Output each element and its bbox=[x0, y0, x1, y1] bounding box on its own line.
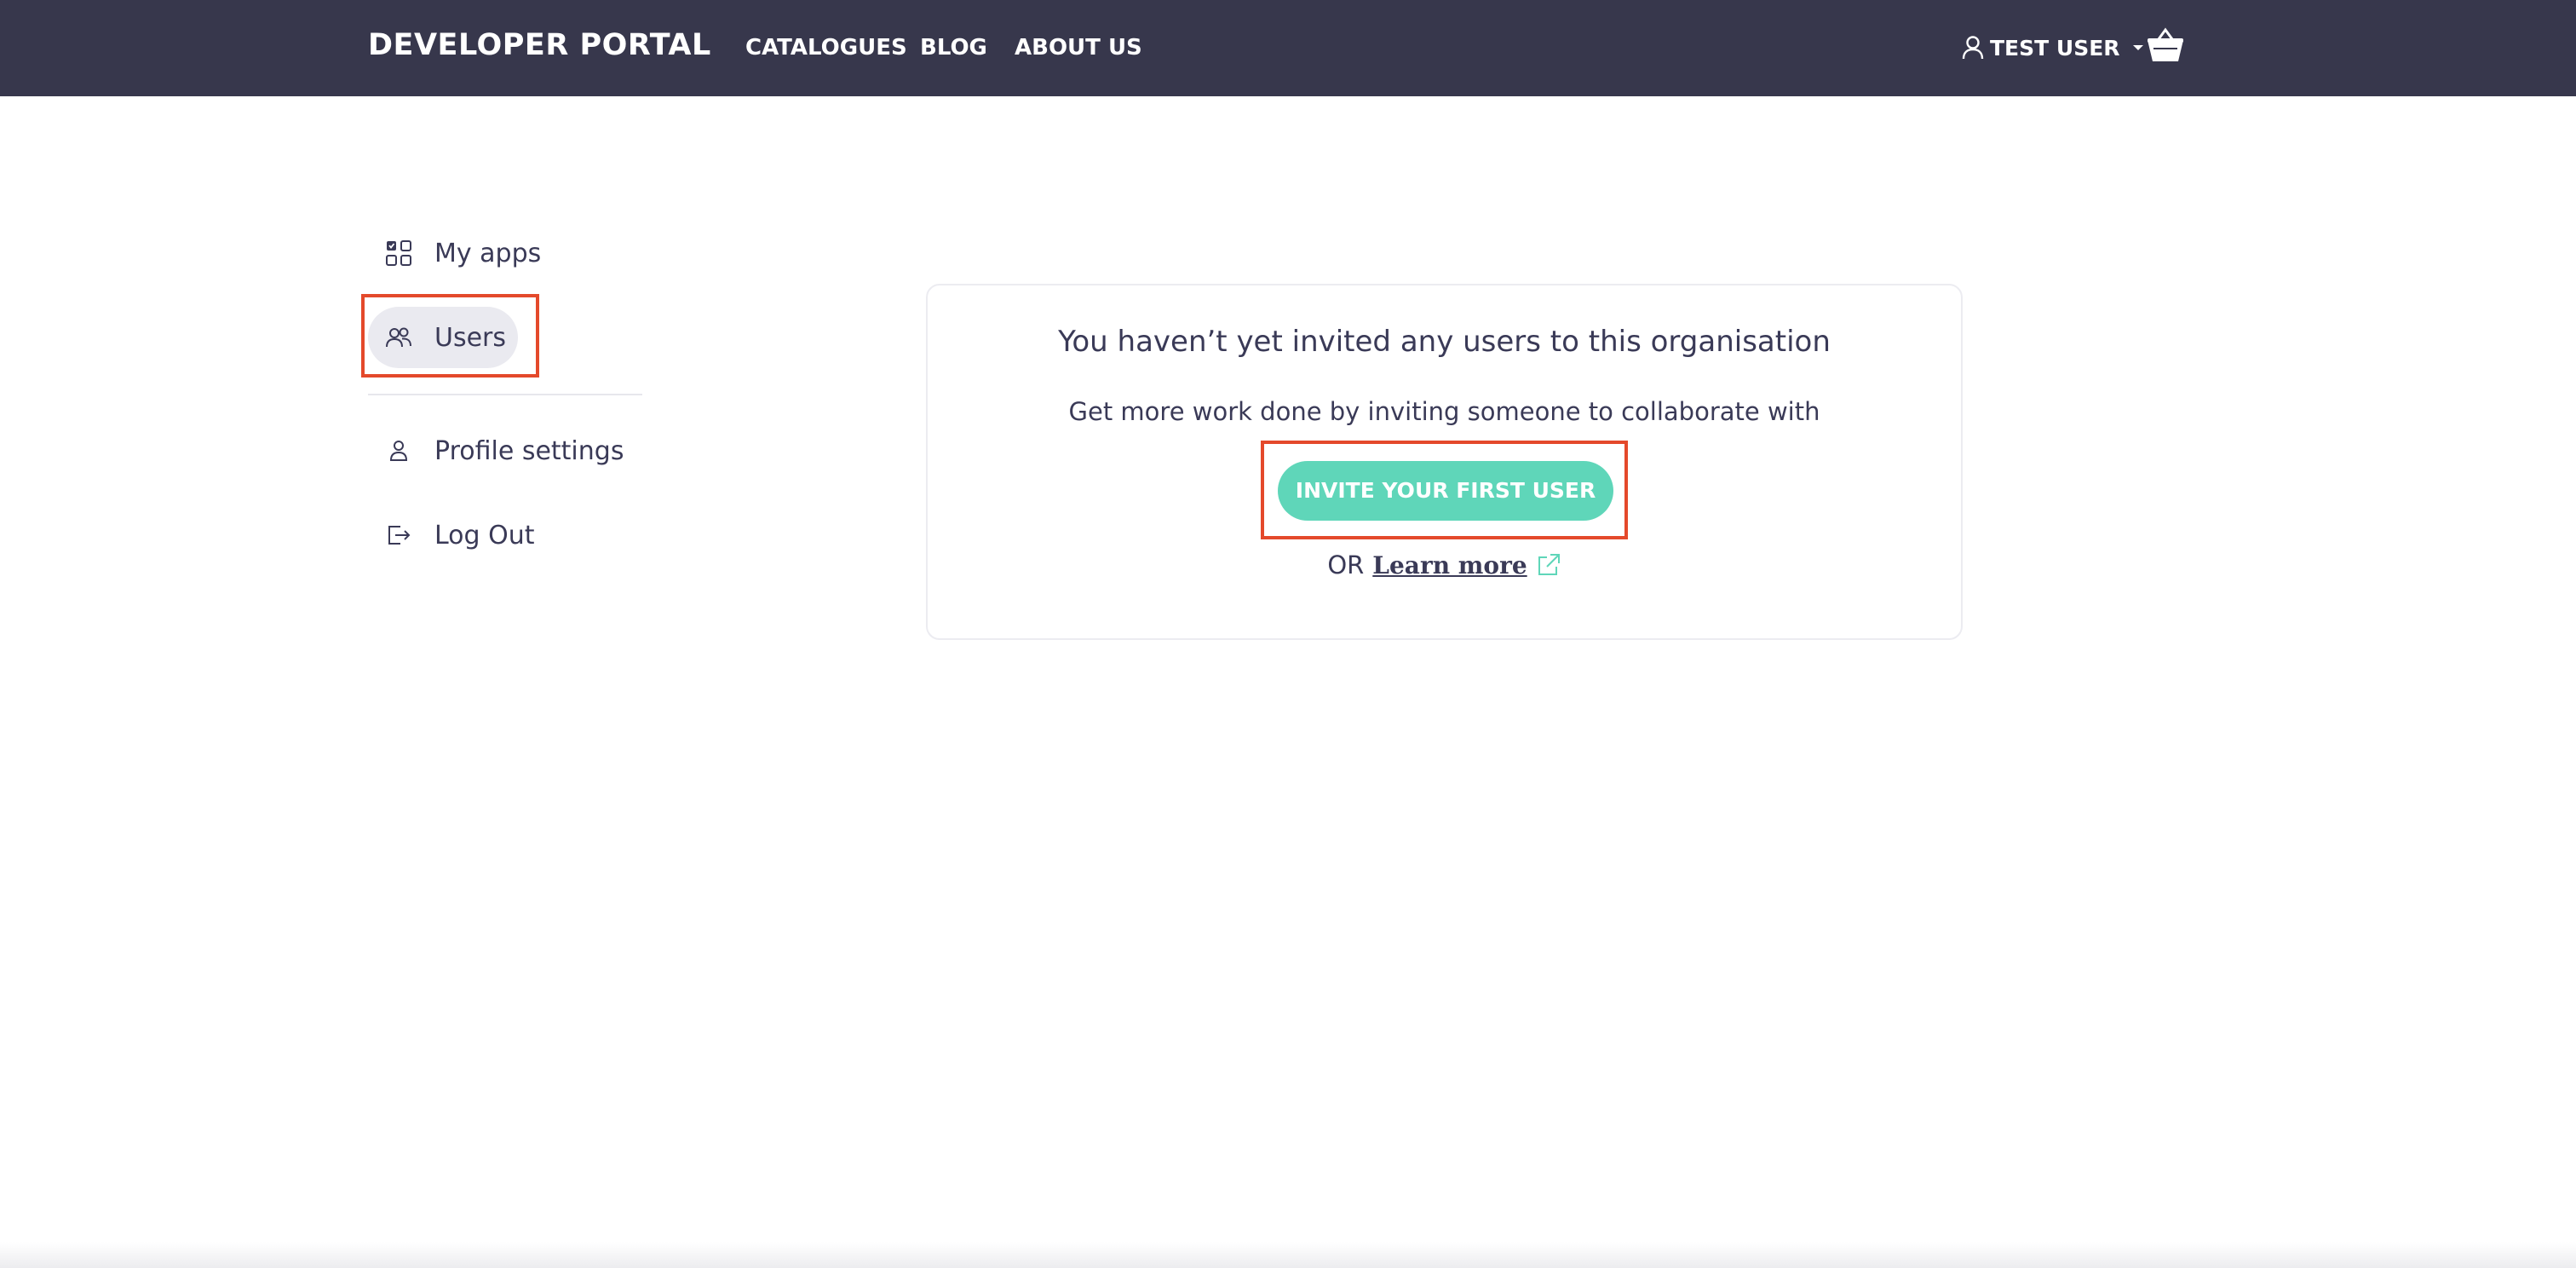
learn-more-link[interactable]: Learn more bbox=[1372, 551, 1527, 579]
brand-logo[interactable]: DEVELOPER PORTAL bbox=[368, 28, 711, 62]
sidebar-item-my-apps[interactable]: My apps bbox=[368, 222, 624, 284]
sidebar-item-label: My apps bbox=[434, 238, 542, 268]
users-icon bbox=[385, 324, 412, 351]
empty-state-title: You haven’t yet invited any users to thi… bbox=[1058, 325, 1831, 359]
invite-first-user-button[interactable]: INVITE YOUR FIRST USER bbox=[1278, 461, 1613, 521]
user-menu[interactable]: TEST USER bbox=[1961, 31, 2144, 65]
sidebar-item-log-out[interactable]: Log Out bbox=[368, 504, 581, 566]
chevron-down-icon bbox=[2132, 43, 2144, 52]
sidebar-divider bbox=[368, 394, 642, 395]
sidebar-item-label: Users bbox=[434, 322, 507, 353]
logout-icon bbox=[385, 522, 412, 549]
apps-grid-icon bbox=[385, 239, 412, 267]
sidebar-item-label: Profile settings bbox=[434, 435, 624, 466]
empty-state-subtitle: Get more work done by inviting someone t… bbox=[1068, 397, 1820, 426]
sidebar-item-profile-settings[interactable]: Profile settings bbox=[368, 420, 641, 481]
nav-blog[interactable]: BLOG bbox=[920, 35, 987, 61]
nav-about-us[interactable]: ABOUT US bbox=[1015, 35, 1142, 61]
external-link-icon[interactable] bbox=[1536, 552, 1561, 578]
sidebar-item-label: Log Out bbox=[434, 520, 535, 550]
sidebar-item-users[interactable]: Users bbox=[368, 307, 518, 368]
bottom-shadow bbox=[0, 1242, 2576, 1268]
user-icon bbox=[1961, 35, 1985, 61]
nav-catalogues[interactable]: CATALOGUES bbox=[745, 35, 907, 61]
cart-icon[interactable] bbox=[2145, 26, 2186, 65]
person-icon bbox=[385, 437, 412, 464]
empty-state-card: You haven’t yet invited any users to thi… bbox=[926, 284, 1963, 640]
or-label: OR bbox=[1327, 550, 1365, 579]
user-name: TEST USER bbox=[1990, 35, 2120, 61]
learn-more-row: OR Learn more bbox=[928, 550, 1961, 579]
top-navigation-bar: DEVELOPER PORTAL CATALOGUES BLOG ABOUT U… bbox=[0, 0, 2576, 96]
